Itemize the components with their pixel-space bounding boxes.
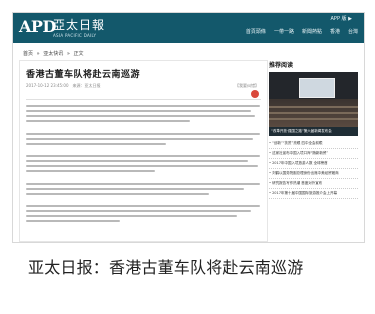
- list-item[interactable]: •刘鹤以国务院副总理身份出席中美经贸磋商: [269, 169, 358, 179]
- recommended-list: •“创新”“扶贫”亮眼 四中全会前瞻 •这家社宣布中国入境口岸“随新新贸” •2…: [269, 139, 358, 199]
- sidebar-heading: 推荐阅读: [269, 62, 294, 69]
- article-paragraph: [26, 205, 260, 225]
- divider: [26, 99, 261, 100]
- breadcrumb-separator: »: [66, 51, 70, 57]
- recommended-photo[interactable]: [269, 72, 358, 127]
- article-paragraph: [26, 183, 260, 198]
- breadcrumb-current: 正文: [73, 51, 84, 57]
- list-item[interactable]: •这家社宣布中国入境口岸“随新新贸”: [269, 149, 358, 159]
- recommended-sidebar: 推荐阅读 “改革开放·强国之路”第六届新闻发布会 •“创新”“扶贫”亮眼 四中全…: [269, 60, 358, 199]
- site-header: APD 亞太日報 ASIA PACIFIC DAILY APP 版 ▶ 首頁頭條…: [13, 13, 364, 43]
- list-item[interactable]: •2017年第十届中国国际旅游推介会上开幕: [269, 189, 358, 199]
- article-paragraph: [26, 155, 260, 175]
- projection-screen: [299, 78, 335, 98]
- list-item[interactable]: •“创新”“扶贫”亮眼 四中全会前瞻: [269, 139, 358, 149]
- article-body: 香港古董车队将赴云南巡游 2017-10-12 23:45:00 来源：亚太日报…: [19, 60, 268, 242]
- article-paragraph: [26, 105, 260, 125]
- nav-item[interactable]: 台灣: [348, 28, 358, 35]
- app-version-link[interactable]: APP 版 ▶: [331, 15, 352, 22]
- nav-item[interactable]: 一帶一路: [274, 28, 294, 35]
- article-page-screenshot: APD 亞太日報 ASIA PACIFIC DAILY APP 版 ▶ 首頁頭條…: [12, 12, 365, 243]
- breadcrumb-home[interactable]: 首页: [23, 51, 33, 57]
- photo-caption[interactable]: “改革开放·强国之路”第六届新闻发布会: [269, 127, 358, 136]
- site-logo[interactable]: APD: [19, 17, 56, 36]
- nav-item[interactable]: 香港: [330, 28, 340, 35]
- breadcrumb-section[interactable]: 亚太快讯: [43, 51, 63, 57]
- site-logo-english: ASIA PACIFIC DAILY: [53, 33, 97, 38]
- article-paragraph: [26, 133, 260, 148]
- article-meta: 2017-10-12 23:45:00 来源：亚太日报: [26, 83, 101, 88]
- nav-item[interactable]: 首頁頭條: [246, 28, 266, 35]
- breadcrumb: 首页 » 亚太快讯 » 正文: [23, 50, 86, 57]
- list-item[interactable]: •2017年中国入境旅游人数 全球榜首: [269, 159, 358, 169]
- nav-item[interactable]: 新聞熱點: [302, 28, 322, 35]
- breadcrumb-separator: »: [36, 51, 40, 57]
- article-title: 香港古董车队将赴云南巡游: [26, 70, 141, 80]
- image-caption: 亚太日报：香港古董车队将赴云南巡游: [28, 258, 304, 277]
- share-icon[interactable]: [251, 90, 259, 98]
- report-error-link[interactable]: 【我要纠错】: [235, 83, 259, 89]
- main-nav: 首頁頭條 一帶一路 新聞熱點 香港 台灣: [246, 28, 358, 35]
- list-item[interactable]: •研究报告写作热潮 首度对外宣布: [269, 179, 358, 189]
- site-logo-chinese[interactable]: 亞太日報: [53, 16, 105, 33]
